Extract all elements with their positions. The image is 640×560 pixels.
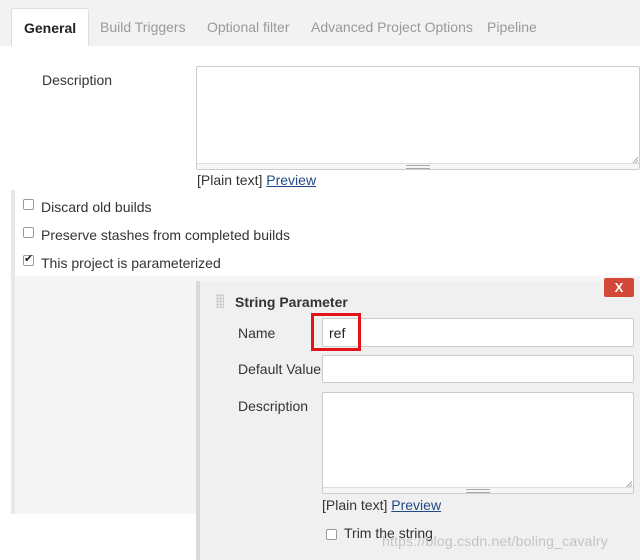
name-label: Name xyxy=(238,325,276,341)
plain-text-label: [Plain text] xyxy=(197,172,263,188)
parameter-resize-corner-icon[interactable] xyxy=(626,481,632,487)
parameter-textarea-resize-grip[interactable] xyxy=(323,487,633,493)
delete-parameter-button[interactable]: X xyxy=(604,278,634,297)
trim-string-checkbox[interactable] xyxy=(326,529,337,540)
description-preview-link[interactable]: Preview xyxy=(266,172,316,188)
description-label: Description xyxy=(42,72,113,88)
tab-advanced-project-options[interactable]: Advanced Project Options xyxy=(311,8,473,46)
name-input[interactable]: ref xyxy=(322,318,634,347)
textarea-resize-grip[interactable] xyxy=(197,163,639,169)
parameter-plain-text-label: [Plain text] xyxy=(322,497,388,513)
tab-optional-filter[interactable]: Optional filter xyxy=(207,8,289,46)
tab-pipeline[interactable]: Pipeline xyxy=(487,8,537,46)
preserve-stashes-label: Preserve stashes from completed builds xyxy=(41,227,290,243)
watermark: https://blog.csdn.net/boling_cavalry xyxy=(382,533,608,549)
parameter-description-format: [Plain text] Preview xyxy=(322,497,441,513)
discard-old-builds-checkbox[interactable] xyxy=(23,199,34,210)
drag-handle-icon[interactable] xyxy=(216,294,224,308)
description-format: [Plain text] Preview xyxy=(197,172,316,188)
default-value-label: Default Value xyxy=(238,361,322,377)
description-textarea[interactable] xyxy=(196,66,640,170)
resize-corner-icon[interactable] xyxy=(632,157,638,163)
parameterized-checkbox[interactable] xyxy=(23,252,34,266)
tab-build-triggers[interactable]: Build Triggers xyxy=(100,8,186,46)
parameter-preview-link[interactable]: Preview xyxy=(391,497,441,513)
discard-old-builds-label: Discard old builds xyxy=(41,199,152,215)
default-value-input[interactable] xyxy=(322,355,634,383)
tab-general[interactable]: General xyxy=(11,8,90,47)
parameter-description-label: Description xyxy=(238,398,309,414)
parameterized-label: This project is parameterized xyxy=(41,255,221,271)
name-highlight-box xyxy=(311,313,361,351)
string-parameter-title: String Parameter xyxy=(235,294,348,310)
tab-bar: General Build Triggers Optional filter A… xyxy=(0,0,640,47)
preserve-stashes-checkbox[interactable] xyxy=(23,227,34,238)
parameter-description-textarea[interactable] xyxy=(322,392,634,494)
